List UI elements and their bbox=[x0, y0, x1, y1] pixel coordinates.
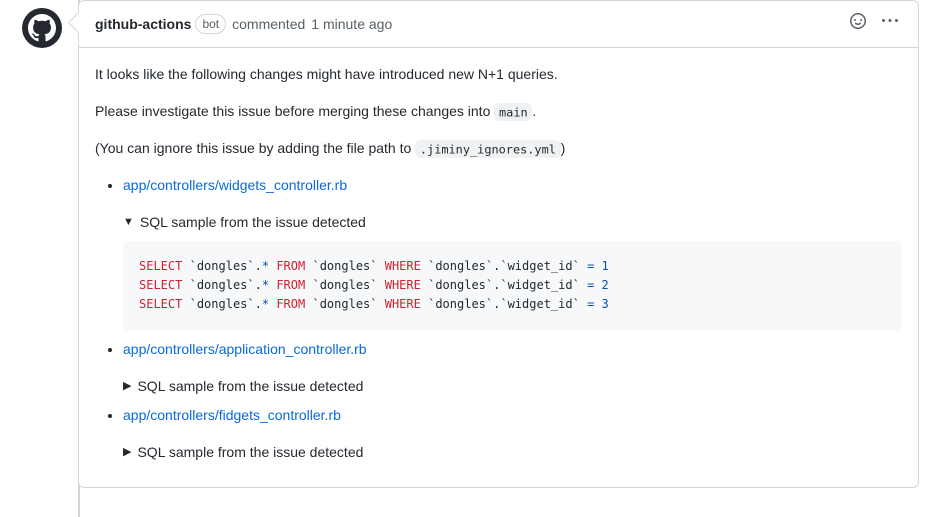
author-link[interactable]: github-actions bbox=[95, 14, 191, 35]
file-link[interactable]: app/controllers/fidgets_controller.rb bbox=[123, 407, 341, 423]
comment-header: github-actions bot commented 1 minute ag… bbox=[79, 1, 918, 48]
comment-body: It looks like the following changes migh… bbox=[79, 48, 918, 487]
ignore-text: (You can ignore this issue by adding the… bbox=[95, 138, 902, 159]
disclosure-triangle-icon bbox=[123, 214, 134, 231]
file-item: app/controllers/application_controller.r… bbox=[123, 339, 902, 397]
summary-text: SQL sample from the issue detected bbox=[140, 212, 366, 233]
sql-summary[interactable]: SQL sample from the issue detected bbox=[123, 212, 902, 233]
sql-summary[interactable]: SQL sample from the issue detected bbox=[123, 442, 902, 463]
file-link[interactable]: app/controllers/application_controller.r… bbox=[123, 341, 367, 357]
summary-text: SQL sample from the issue detected bbox=[137, 376, 363, 397]
branch-code: main bbox=[494, 103, 532, 122]
avatar[interactable] bbox=[22, 8, 62, 48]
github-icon bbox=[28, 14, 56, 42]
smiley-icon bbox=[850, 13, 866, 29]
comment-action: commented bbox=[232, 14, 305, 35]
sql-details[interactable]: SQL sample from the issue detected SELECT… bbox=[123, 212, 902, 331]
sql-details[interactable]: SQL sample from the issue detected bbox=[123, 442, 902, 463]
file-item: app/controllers/widgets_controller.rb SQL… bbox=[123, 175, 902, 331]
file-item: app/controllers/fidgets_controller.rb SQL… bbox=[123, 405, 902, 463]
file-link[interactable]: app/controllers/widgets_controller.rb bbox=[123, 177, 347, 193]
investigate-text: Please investigate this issue before mer… bbox=[95, 101, 902, 122]
timestamp-link[interactable]: 1 minute ago bbox=[311, 14, 392, 35]
kebab-menu-button[interactable] bbox=[878, 9, 902, 39]
emoji-reaction-button[interactable] bbox=[846, 9, 870, 39]
disclosure-triangle-icon bbox=[123, 378, 131, 395]
summary-text: SQL sample from the issue detected bbox=[137, 442, 363, 463]
ignore-file-code: .jiminy_ignores.yml bbox=[415, 140, 561, 159]
file-list: app/controllers/widgets_controller.rb SQL… bbox=[95, 175, 902, 463]
disclosure-triangle-icon bbox=[123, 444, 131, 461]
kebab-icon bbox=[882, 13, 898, 29]
sql-summary[interactable]: SQL sample from the issue detected bbox=[123, 376, 902, 397]
bot-badge: bot bbox=[195, 14, 226, 34]
intro-text: It looks like the following changes migh… bbox=[95, 64, 902, 85]
comment-box: github-actions bot commented 1 minute ag… bbox=[78, 0, 919, 488]
sql-details[interactable]: SQL sample from the issue detected bbox=[123, 376, 902, 397]
sql-code-block: SELECT `dongles`.* FROM `dongles` WHERE … bbox=[123, 241, 902, 331]
